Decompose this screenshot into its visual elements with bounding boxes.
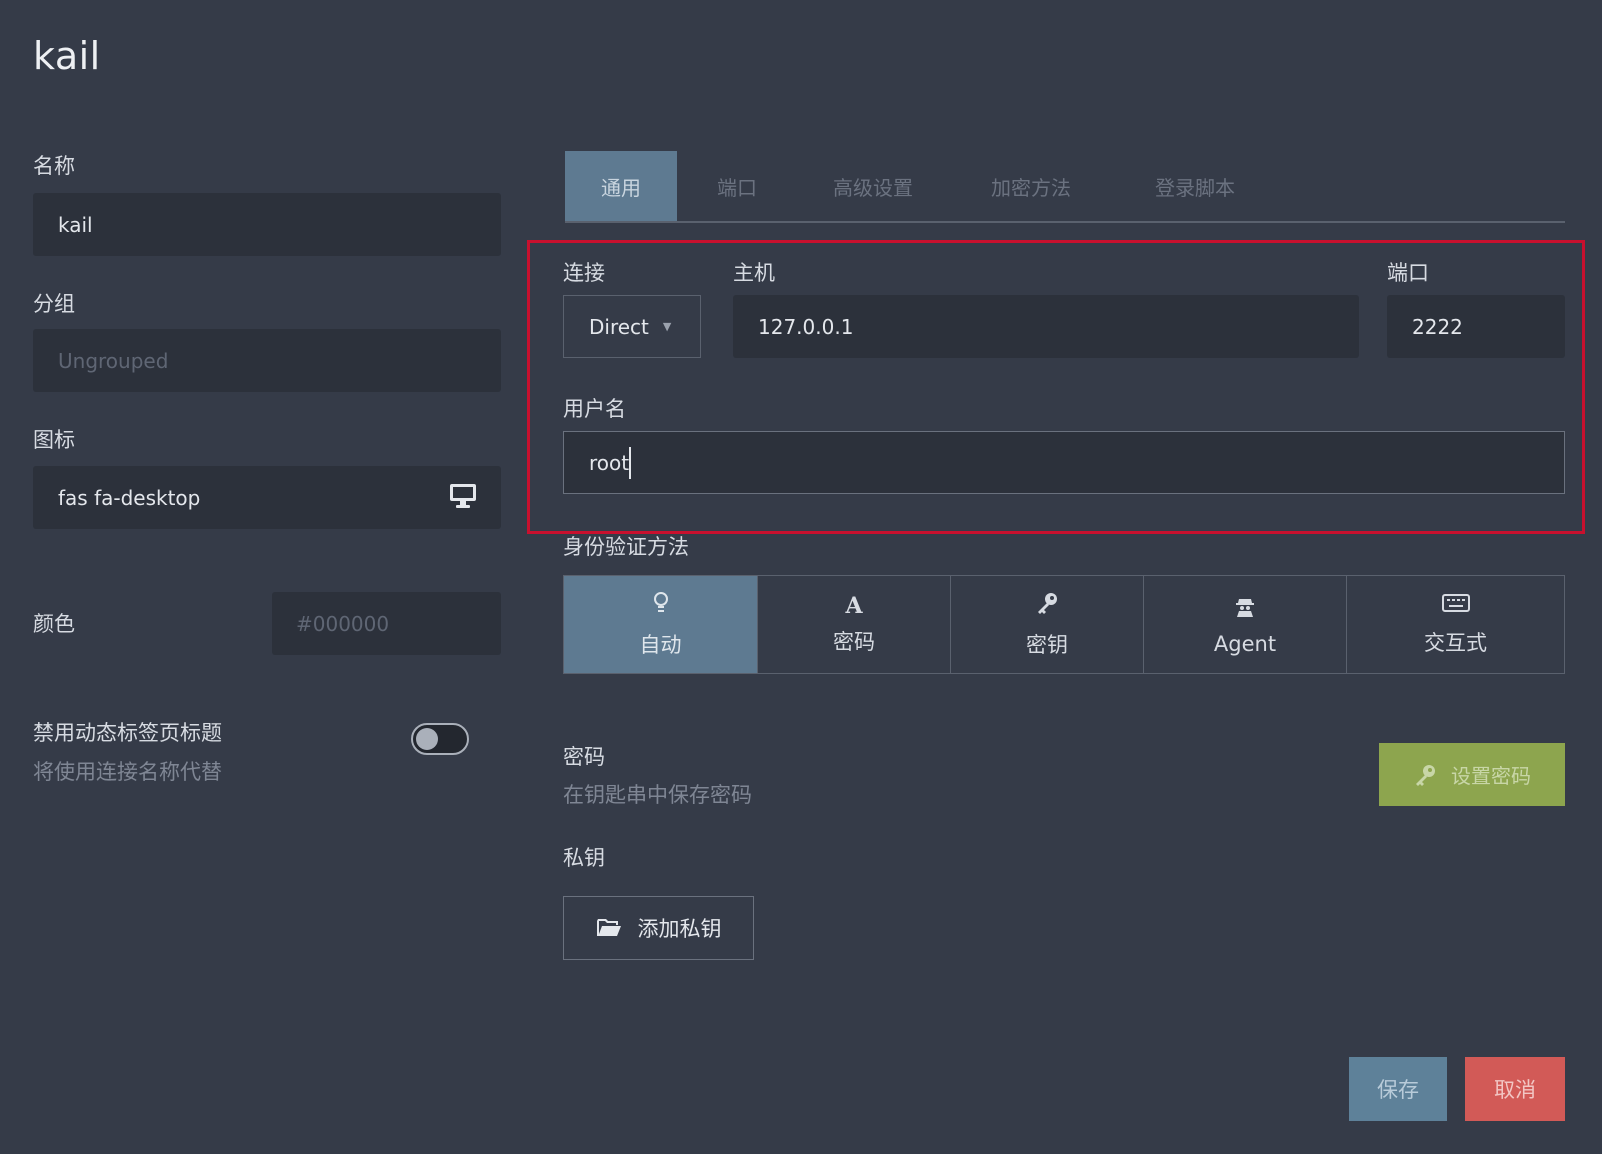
private-key-label: 私钥 [563, 846, 605, 870]
tab-ports[interactable]: 端口 [677, 151, 797, 221]
user-secret-icon [1233, 594, 1257, 624]
keyboard-icon [1441, 593, 1470, 619]
auth-key-button[interactable]: 密钥 [951, 576, 1144, 673]
lightbulb-icon [653, 591, 669, 621]
password-label: 密码 [563, 745, 605, 769]
color-input[interactable]: #000000 [272, 592, 501, 655]
dynamic-title-sublabel: 将使用连接名称代替 [33, 760, 222, 784]
color-input-placeholder: #000000 [296, 611, 390, 636]
page-title: kail [33, 34, 101, 78]
name-input-value: kail [58, 212, 93, 237]
save-button[interactable]: 保存 [1349, 1057, 1447, 1121]
add-private-key-label: 添加私钥 [637, 917, 722, 941]
set-password-label: 设置密码 [1451, 764, 1531, 788]
group-input[interactable]: Ungrouped [33, 329, 501, 392]
tab-login-scripts[interactable]: 登录脚本 [1113, 151, 1277, 221]
dynamic-title-toggle[interactable] [411, 723, 469, 755]
group-label: 分组 [33, 292, 75, 316]
auth-agent-button[interactable]: Agent [1144, 576, 1347, 673]
color-label: 颜色 [33, 612, 75, 636]
auth-password-label: 密码 [833, 629, 875, 654]
icon-input[interactable]: fas fa-desktop [33, 466, 501, 529]
dynamic-title-label: 禁用动态标签页标题 [33, 721, 222, 745]
cancel-button[interactable]: 取消 [1465, 1057, 1565, 1121]
auth-password-button[interactable]: A 密码 [758, 576, 951, 673]
auth-interactive-button[interactable]: 交互式 [1347, 576, 1564, 673]
group-input-placeholder: Ungrouped [58, 348, 169, 373]
auth-auto-button[interactable]: 自动 [564, 576, 758, 673]
desktop-icon [449, 483, 477, 514]
name-label: 名称 [33, 154, 75, 178]
set-password-button[interactable]: 设置密码 [1379, 743, 1565, 806]
auth-auto-label: 自动 [639, 632, 682, 657]
auth-method-label: 身份验证方法 [563, 535, 689, 559]
tab-advanced[interactable]: 高级设置 [797, 151, 949, 221]
tab-bar: 通用 端口 高级设置 加密方法 登录脚本 [565, 151, 1565, 223]
icon-label: 图标 [33, 428, 75, 452]
add-private-key-button[interactable]: 添加私钥 [563, 896, 754, 960]
key-icon [1413, 763, 1437, 787]
icon-input-value: fas fa-desktop [58, 485, 201, 510]
tab-ciphers[interactable]: 加密方法 [949, 151, 1113, 221]
password-sublabel: 在钥匙串中保存密码 [563, 783, 752, 807]
folder-open-icon [596, 918, 622, 938]
highlight-box [527, 240, 1585, 534]
tab-general[interactable]: 通用 [565, 151, 677, 221]
name-input[interactable]: kail [33, 193, 501, 256]
auth-agent-label: Agent [1213, 631, 1277, 656]
toggle-knob [416, 728, 438, 750]
auth-method-group: 自动 A 密码 密钥 Agent 交互式 [563, 575, 1565, 674]
key-icon [1035, 591, 1059, 621]
auth-key-label: 密钥 [1026, 632, 1068, 657]
font-icon: A [845, 592, 863, 619]
auth-interactive-label: 交互式 [1424, 630, 1487, 655]
